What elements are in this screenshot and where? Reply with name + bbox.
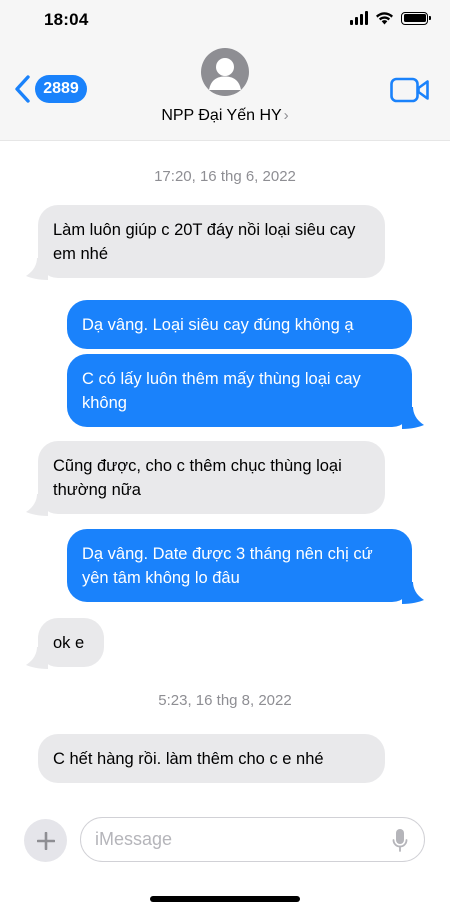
conversation-header: 2889 NPP Đại Yến HY › [0, 40, 450, 141]
contact-name-label: NPP Đại Yến HY [161, 107, 282, 124]
back-button[interactable]: 2889 [12, 74, 87, 104]
battery-icon [401, 11, 431, 25]
battery-level [403, 14, 426, 22]
dictation-button[interactable] [392, 828, 408, 859]
message-text: Làm luôn giúp c 20T đáy nồi loại siêu ca… [53, 221, 356, 263]
bubble-tail-incoming [26, 647, 48, 669]
message-text: ok e [53, 634, 85, 652]
message-text: Dạ vâng. Loại siêu cay đúng không ạ [82, 316, 354, 334]
message-text: C có lấy luôn thêm mấy thùng loại cay kh… [82, 370, 361, 412]
signal-icon [350, 11, 368, 25]
message-text: Cũng được, cho c thêm chục thùng loại th… [53, 457, 342, 499]
bubble-tail-outgoing [402, 407, 424, 429]
unread-count-badge: 2889 [35, 75, 87, 103]
message-text: C hết hàng rồi. làm thêm cho c e nhé [53, 750, 324, 768]
bubble-tail-incoming [26, 494, 48, 516]
message-bubble-outgoing[interactable]: C có lấy luôn thêm mấy thùng loại cay kh… [67, 354, 412, 427]
status-bar: 18:04 [0, 0, 450, 40]
video-call-button[interactable] [390, 77, 430, 108]
imessage-field[interactable] [80, 817, 425, 862]
message-list[interactable]: 17:20, 16 thg 6, 2022 Làm luôn giúp c 20… [0, 141, 450, 803]
status-time: 18:04 [44, 10, 89, 29]
plus-icon [36, 831, 55, 850]
apps-plus-button[interactable] [24, 819, 67, 862]
wifi-icon [376, 12, 393, 25]
message-bubble-incoming[interactable]: Làm luôn giúp c 20T đáy nồi loại siêu ca… [38, 205, 385, 278]
message-input[interactable] [95, 818, 375, 861]
message-bubble-outgoing[interactable]: Dạ vâng. Loại siêu cay đúng không ạ [67, 300, 412, 349]
message-bubble-incoming[interactable]: C hết hàng rồi. làm thêm cho c e nhé [38, 734, 385, 783]
timestamp: 5:23, 16 thg 8, 2022 [158, 692, 292, 709]
message-bubble-outgoing[interactable]: Dạ vâng. Date được 3 tháng nên chị cứ yê… [67, 529, 412, 602]
timestamp: 17:20, 16 thg 6, 2022 [154, 168, 296, 185]
home-indicator[interactable] [150, 896, 300, 902]
back-chevron-icon [15, 75, 30, 103]
message-bubble-incoming[interactable]: Cũng được, cho c thêm chục thùng loại th… [38, 441, 385, 514]
bubble-tail-outgoing [402, 582, 424, 604]
avatar-icon[interactable] [201, 48, 249, 96]
microphone-icon [392, 829, 408, 852]
video-call-icon [390, 77, 429, 103]
bubble-tail-incoming [26, 258, 48, 280]
contact-name[interactable]: NPP Đại Yến HY › [0, 107, 450, 125]
compose-bar [0, 803, 450, 917]
chevron-right-icon: › [283, 107, 289, 124]
message-text: Dạ vâng. Date được 3 tháng nên chị cứ yê… [82, 545, 373, 587]
status-icons [350, 11, 431, 25]
